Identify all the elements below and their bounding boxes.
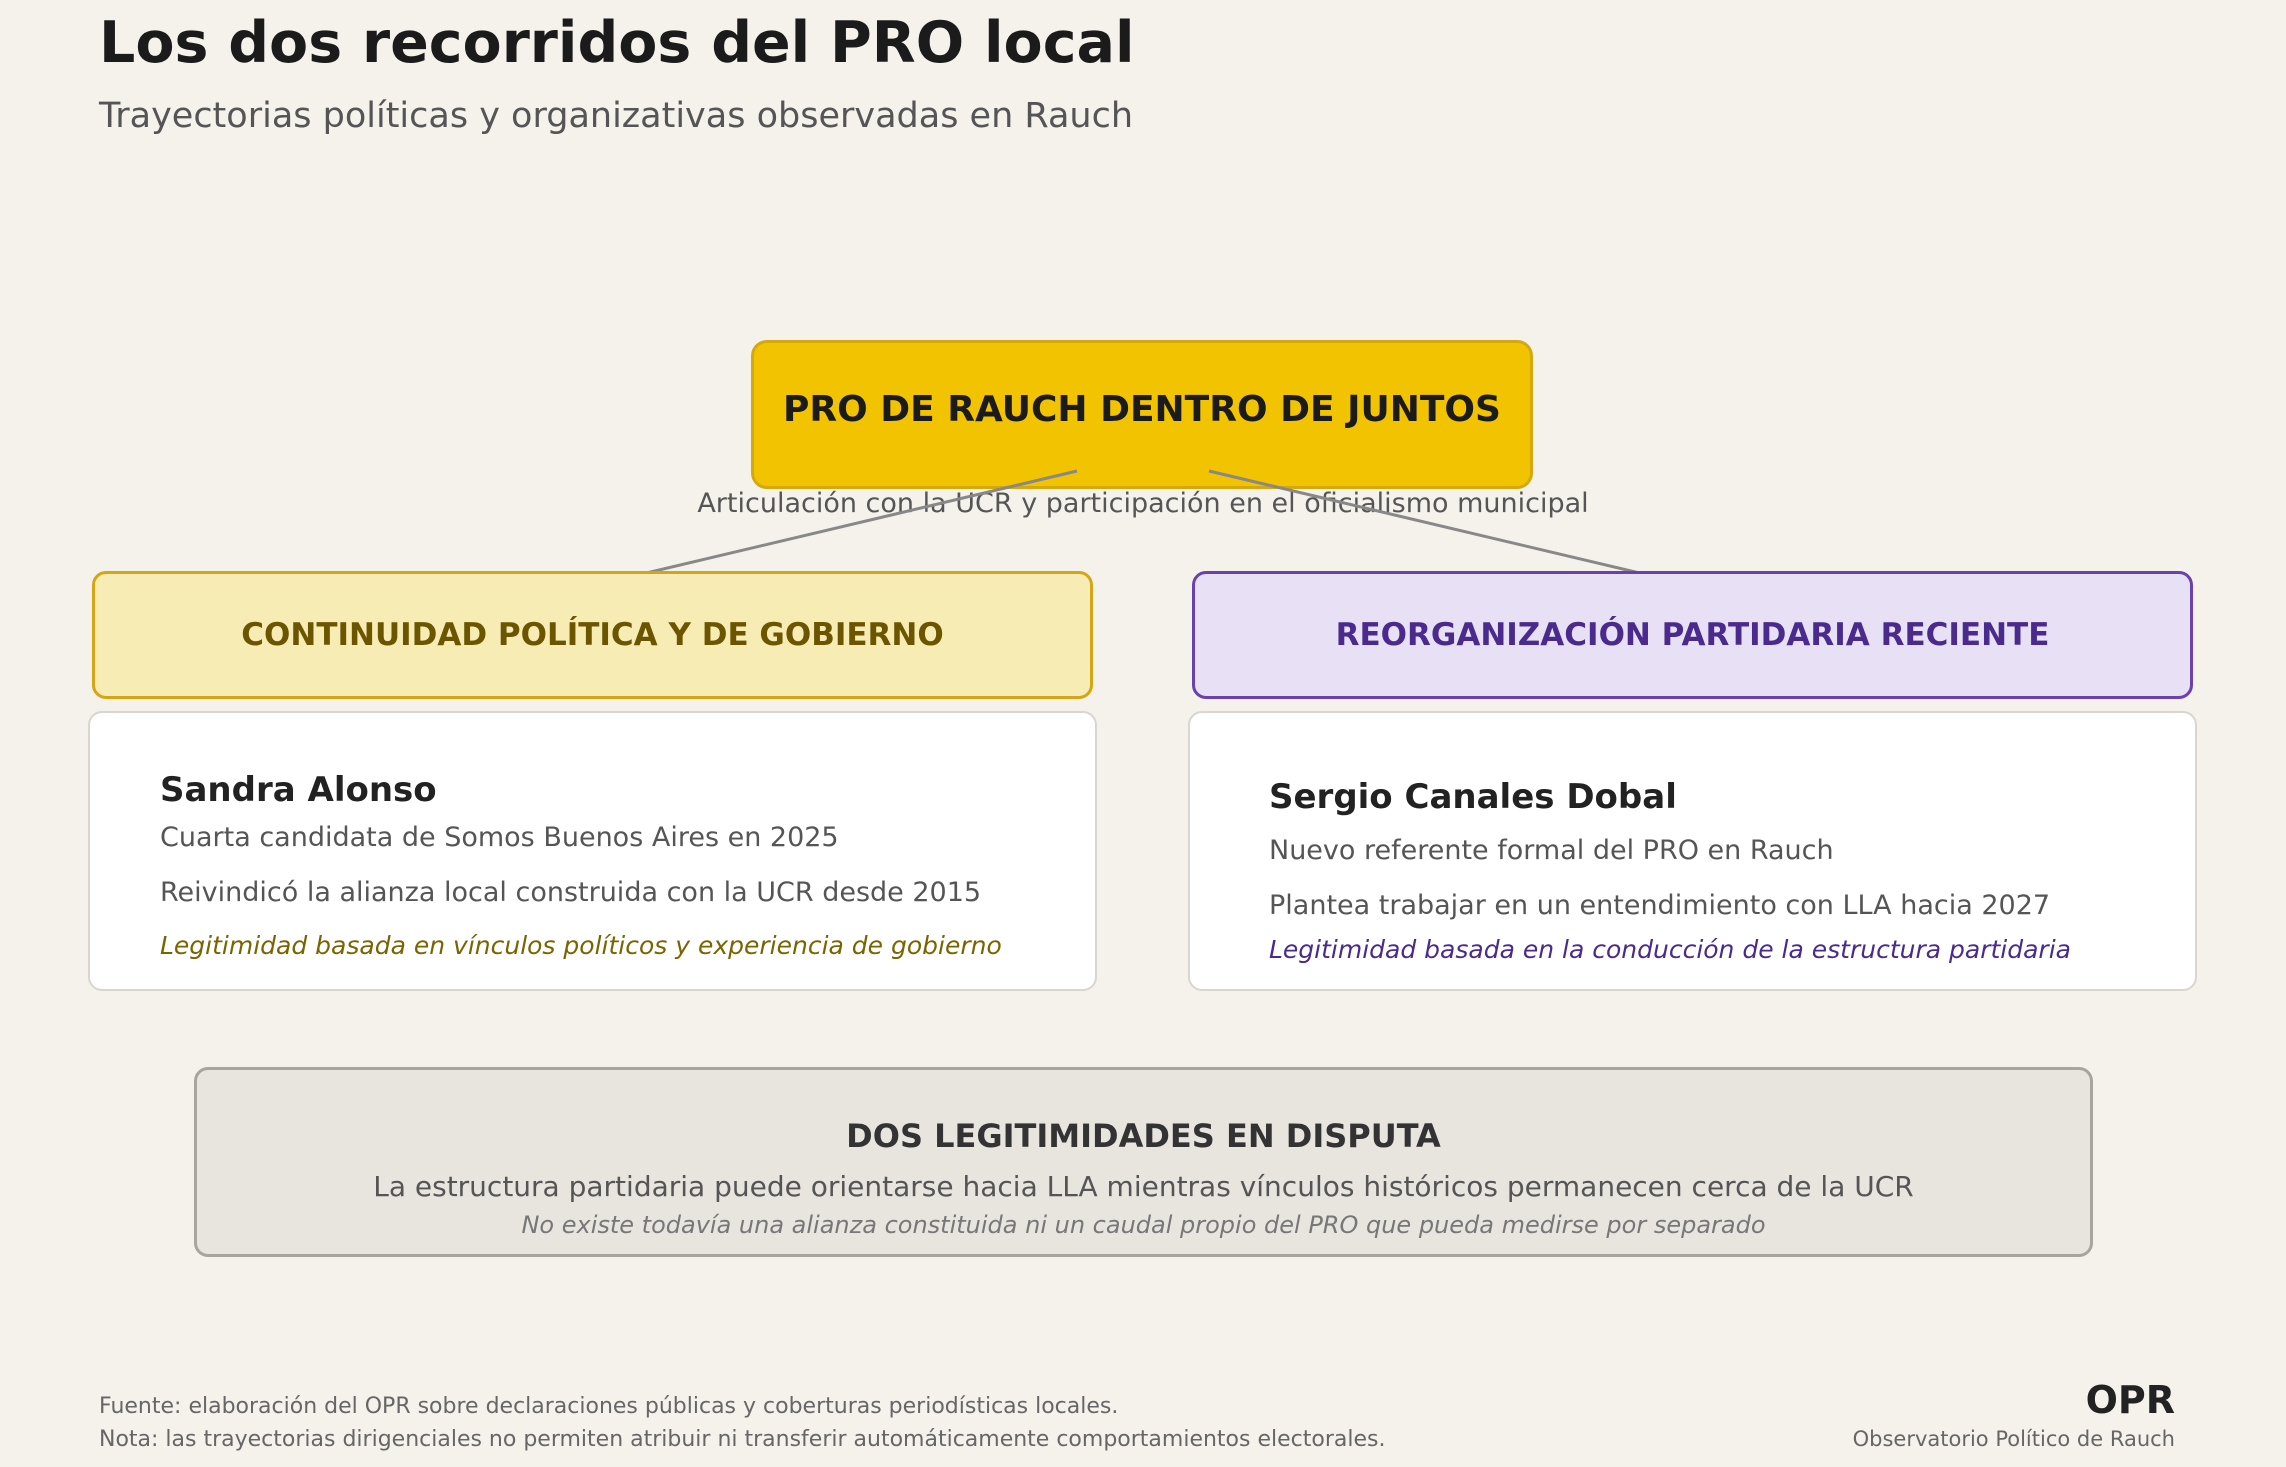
footer-note: Nota: las trayectorias dirigenciales no … (99, 1427, 1386, 1452)
branch-continuidad-label: CONTINUIDAD POLÍTICA Y DE GOBIERNO (241, 617, 944, 653)
card-line: Nuevo referente formal del PRO en Rauch (1269, 835, 1834, 866)
summary-text: La estructura partidaria puede orientars… (373, 1170, 1914, 1203)
card-line: Cuarta candidata de Somos Buenos Aires e… (160, 822, 839, 853)
card-line: Plantea trabajar en un entendimiento con… (1269, 890, 2051, 921)
card-legitimacy: Legitimidad basada en vínculos políticos… (160, 931, 1002, 960)
person-name: Sergio Canales Dobal (1269, 777, 1677, 817)
card-sergio-canales-dobal: Sergio Canales Dobal Nuevo referente for… (1188, 711, 2197, 991)
summary-note: No existe todavía una alianza constituid… (521, 1211, 1766, 1239)
brand-full-name: Observatorio Político de Rauch (1852, 1427, 2175, 1451)
summary-title: DOS LEGITIMIDADES EN DISPUTA (846, 1117, 1441, 1155)
arrow-to-reorganizacion (1208, 469, 1688, 588)
footer-source: Fuente: elaboración del OPR sobre declar… (99, 1394, 1119, 1419)
branch-continuidad: CONTINUIDAD POLÍTICA Y DE GOBIERNO (92, 571, 1093, 699)
brand-logo: OPR (2085, 1378, 2175, 1422)
branch-reorganizacion: REORGANIZACIÓN PARTIDARIA RECIENTE (1192, 571, 2193, 699)
person-name: Sandra Alonso (160, 770, 437, 810)
card-legitimacy: Legitimidad basada en la conducción de l… (1269, 935, 2071, 964)
card-line: Reivindicó la alianza local construida c… (160, 877, 982, 908)
card-sandra-alonso: Sandra Alonso Cuarta candidata de Somos … (88, 711, 1097, 991)
arrow-to-continuidad (598, 469, 1078, 588)
summary-box: DOS LEGITIMIDADES EN DISPUTA La estructu… (194, 1067, 2093, 1257)
branch-reorganizacion-label: REORGANIZACIÓN PARTIDARIA RECIENTE (1335, 617, 2050, 653)
